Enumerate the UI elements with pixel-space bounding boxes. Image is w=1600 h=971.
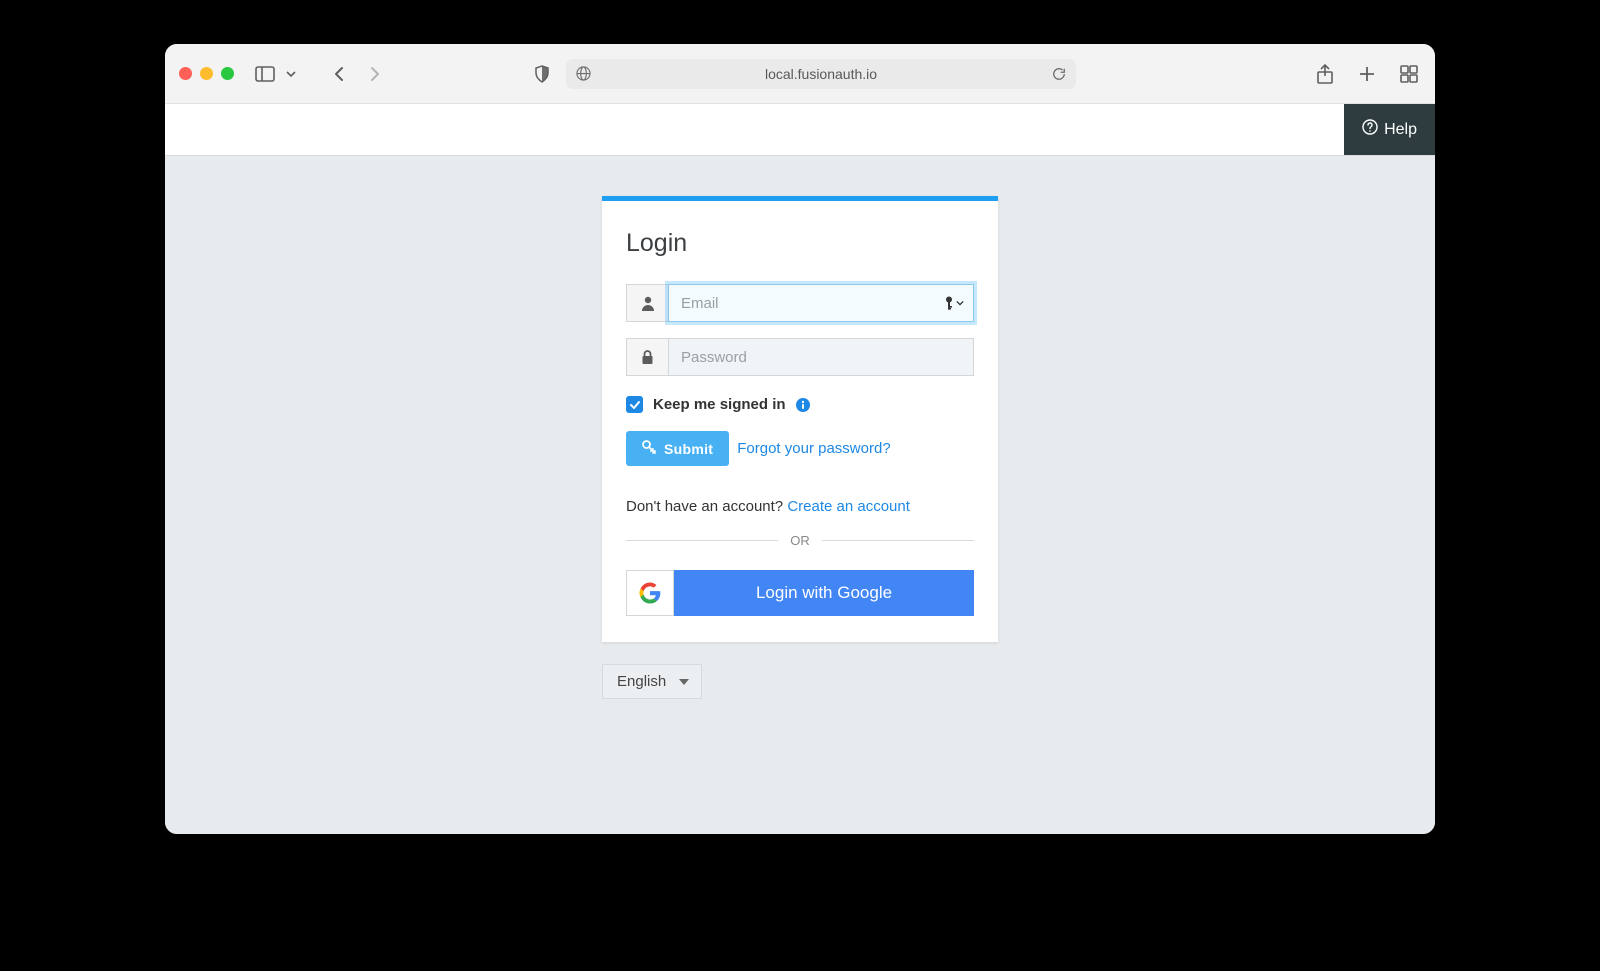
forward-button[interactable]: [364, 63, 386, 85]
address-bar[interactable]: local.fusionauth.io: [566, 59, 1076, 89]
submit-row: Submit Forgot your password?: [626, 431, 974, 466]
browser-window: local.fusionauth.io: [165, 44, 1435, 834]
divider: OR: [626, 533, 974, 548]
keep-signed-in-label: Keep me signed in: [653, 396, 786, 413]
keep-signed-in-checkbox[interactable]: [626, 396, 643, 413]
url-text: local.fusionauth.io: [765, 66, 877, 82]
info-icon[interactable]: [796, 398, 810, 412]
language-select[interactable]: English: [602, 664, 702, 699]
sidebar-icon[interactable]: [254, 63, 276, 85]
nav-buttons: [328, 63, 386, 85]
no-account-text: Don't have an account?: [626, 498, 787, 515]
keep-signed-in-row: Keep me signed in: [626, 396, 974, 413]
help-label: Help: [1384, 121, 1417, 139]
window-controls: [179, 67, 234, 80]
login-card: Login: [602, 196, 998, 642]
submit-button[interactable]: Submit: [626, 431, 729, 466]
globe-icon: [576, 66, 591, 81]
signup-row: Don't have an account? Create an account: [626, 498, 974, 515]
login-with-google-button[interactable]: Login with Google: [626, 570, 974, 616]
create-account-link[interactable]: Create an account: [787, 498, 910, 515]
toolbar-right: [1313, 62, 1421, 86]
minimize-window-button[interactable]: [200, 67, 213, 80]
chevron-down-icon[interactable]: [280, 63, 302, 85]
google-icon: [626, 570, 674, 616]
user-icon: [626, 284, 668, 322]
new-tab-icon[interactable]: [1355, 62, 1379, 86]
password-input[interactable]: [668, 338, 974, 376]
language-select-wrap: English: [602, 664, 702, 699]
login-title: Login: [626, 229, 974, 258]
browser-toolbar: local.fusionauth.io: [165, 44, 1435, 104]
divider-label: OR: [790, 533, 810, 548]
page: Help Login: [165, 104, 1435, 834]
close-window-button[interactable]: [179, 67, 192, 80]
lock-icon: [626, 338, 668, 376]
password-group: [626, 338, 974, 376]
page-body: Login: [165, 156, 1435, 834]
email-group: [626, 284, 974, 322]
tabs-overview-icon[interactable]: [1397, 62, 1421, 86]
email-input[interactable]: [668, 284, 974, 322]
divider-line: [626, 540, 778, 541]
submit-label: Submit: [664, 441, 713, 457]
help-button[interactable]: Help: [1344, 104, 1435, 155]
forgot-password-link[interactable]: Forgot your password?: [737, 440, 890, 457]
sidebar-toggle-group: [254, 63, 302, 85]
privacy-shield-icon[interactable]: [528, 60, 556, 88]
page-header: Help: [165, 104, 1435, 156]
address-bar-wrap: local.fusionauth.io: [528, 59, 1301, 89]
key-icon: [642, 440, 656, 457]
divider-line: [822, 540, 974, 541]
maximize-window-button[interactable]: [221, 67, 234, 80]
reload-icon[interactable]: [1052, 67, 1066, 81]
share-icon[interactable]: [1313, 62, 1337, 86]
help-icon: [1362, 119, 1378, 140]
google-label: Login with Google: [674, 570, 974, 616]
back-button[interactable]: [328, 63, 350, 85]
